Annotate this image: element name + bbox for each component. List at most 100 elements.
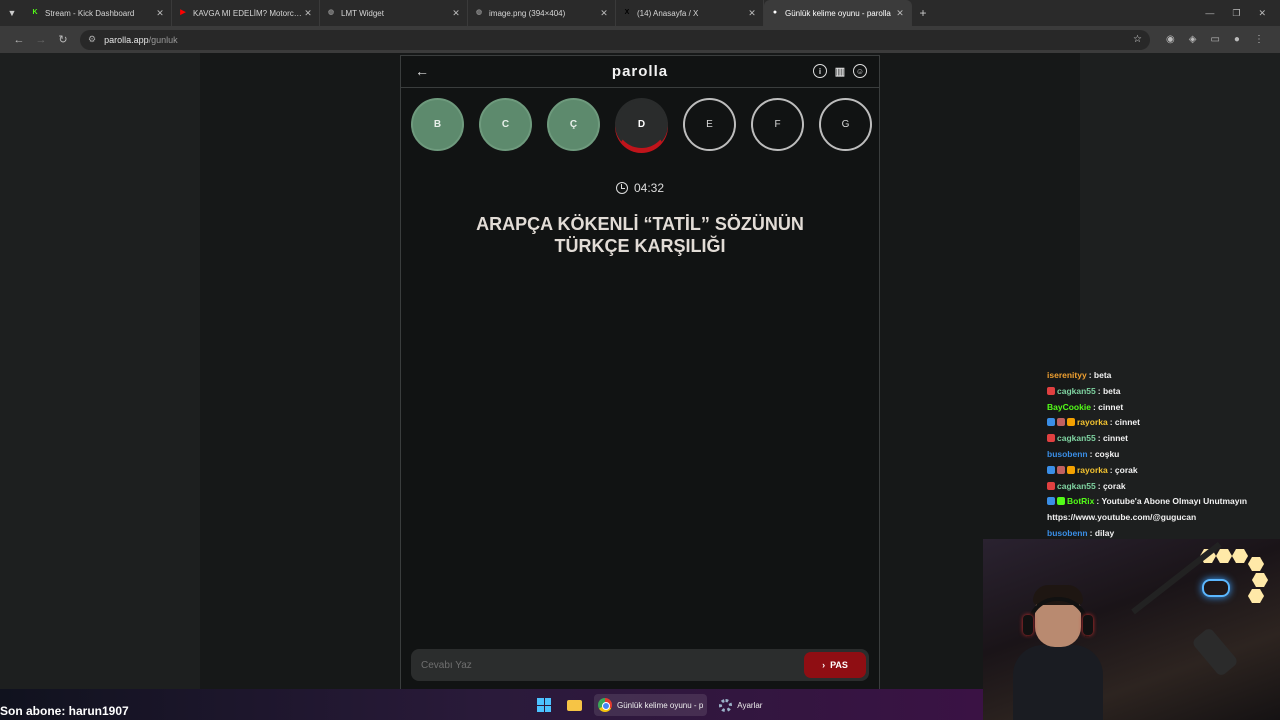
extensions-area: ◉ ◈ ▭ ● ⋮ (1166, 34, 1264, 45)
chat-username: cagkan55 (1057, 480, 1096, 491)
browser-tab[interactable]: ● Günlük kelime oyunu - parolla ✕ (764, 0, 912, 26)
chat-username: rayorka (1077, 464, 1108, 475)
url-bar[interactable]: ⚙ parolla.app/gunluk ☆ (80, 29, 1150, 50)
letter-circle-pending: F (751, 98, 804, 151)
browser-tab[interactable]: ▶ KAVGA MI EDELİM? Motorcu G ✕ (172, 0, 320, 26)
windows-logo-icon (537, 698, 551, 712)
x-icon: X (624, 9, 630, 16)
info-icon[interactable]: i (813, 64, 827, 78)
forward-icon[interactable]: → (30, 34, 52, 46)
answer-input[interactable] (411, 649, 804, 681)
chat-message: BayCookie: cinnet (1047, 400, 1277, 416)
chat-badge-icon (1057, 497, 1065, 506)
gear-icon (719, 698, 733, 712)
back-arrow-icon[interactable]: ← (415, 63, 429, 79)
chat-message: busobenn: coşku (1047, 447, 1277, 463)
app-header: ← parolla i ▥ ☺ (401, 56, 879, 88)
chat-badge-icon (1057, 465, 1065, 474)
letter-circle-pending: G (819, 98, 872, 151)
chat-badge-icon (1067, 465, 1075, 474)
folder-icon (567, 699, 582, 711)
browser-tab[interactable]: ◍ LMT Widget ✕ (320, 0, 468, 26)
chat-text: https://www.youtube.com/@gugucan (1047, 512, 1197, 523)
pass-button[interactable]: › PAS (804, 652, 866, 678)
kick-icon: K (32, 9, 38, 16)
extension-icon[interactable]: ◈ (1189, 34, 1197, 45)
start-button[interactable] (533, 694, 555, 716)
question-text: ARAPÇA KÖKENLİ “TATİL” SÖZÜNÜN TÜRKÇE KA… (476, 214, 804, 256)
close-tab-icon[interactable]: ✕ (303, 8, 313, 19)
chat-text: Youtube'a Abone Olmayı Unutmayın (1101, 496, 1248, 507)
close-tab-icon[interactable]: ✕ (599, 8, 609, 19)
timer: 04:32 (401, 181, 879, 195)
stream-chat-overlay: iserenityy: beta cagkan55: beta BayCookie:… (1047, 368, 1277, 542)
taskbar-settings[interactable]: Ayarlar (715, 694, 766, 716)
browser-tab[interactable]: X (14) Anasayfa / X ✕ (616, 0, 764, 26)
chat-text: çorak (1102, 480, 1126, 491)
chat-badge-icon (1067, 418, 1075, 427)
clock-icon (615, 182, 628, 194)
side-panel-icon[interactable]: ▭ (1210, 34, 1219, 45)
profile-icon[interactable]: ● (1234, 34, 1240, 45)
stats-icon[interactable]: ▥ (833, 64, 847, 78)
browser-tabbar: ▼ K Stream - Kick Dashboard ✕ ▶ KAVGA MI EDE… (0, 0, 1280, 26)
pass-button-label: PAS (830, 660, 848, 670)
url-path: /gunluk (148, 34, 178, 45)
chat-username: busobenn (1047, 448, 1088, 459)
chat-message: cagkan55: cinnet (1047, 431, 1277, 447)
minimize-icon[interactable]: — (1205, 8, 1214, 19)
chat-username: BotRix (1067, 496, 1095, 507)
windows-taskbar: Günlük kelime oyunu - p Ayarlar (0, 689, 983, 720)
user-icon[interactable]: ☺ (853, 64, 867, 78)
tab-search-icon[interactable]: ▼ (0, 0, 24, 26)
chrome-icon (598, 698, 612, 712)
letter-circle-correct: B (411, 98, 464, 151)
file-explorer-button[interactable] (563, 694, 586, 716)
youtube-icon: ▶ (180, 9, 186, 16)
chat-badge-icon (1047, 418, 1055, 427)
chevron-right-icon: › (822, 660, 826, 670)
reload-icon[interactable]: ↻ (52, 33, 74, 46)
browser-tab[interactable]: ◍ image.png (394×404) ✕ (468, 0, 616, 26)
browser-tab[interactable]: K Stream - Kick Dashboard ✕ (24, 0, 172, 26)
taskbar-chrome-label: Günlük kelime oyunu - p (617, 700, 704, 710)
last-subscriber-text: Son abone: harun1907 (0, 704, 129, 718)
chat-text: coşku (1094, 448, 1120, 459)
header-icons: i ▥ ☺ (813, 64, 867, 78)
address-toolbar: ← → ↻ ⚙ parolla.app/gunluk ☆ ◉ ◈ ▭ ● ⋮ (0, 26, 1280, 53)
chat-username: busobenn (1047, 527, 1088, 538)
tab-strip: K Stream - Kick Dashboard ✕ ▶ KAVGA MI EDELİ… (24, 0, 912, 26)
app-logo: parolla (611, 63, 669, 80)
menu-icon[interactable]: ⋮ (1254, 34, 1264, 45)
tab-label: (14) Anasayfa / X (637, 8, 699, 18)
close-tab-icon[interactable]: ✕ (895, 8, 905, 19)
site-info-icon[interactable]: ⚙ (88, 34, 96, 45)
close-tab-icon[interactable]: ✕ (747, 8, 757, 19)
chat-username: cagkan55 (1057, 433, 1096, 444)
tab-label: Günlük kelime oyunu - parolla (785, 8, 891, 18)
chat-text: beta (1093, 370, 1112, 380)
chat-badge-icon (1047, 481, 1055, 490)
url-host: parolla.app (104, 34, 149, 45)
chat-message: rayorka: çorak (1047, 463, 1277, 479)
back-icon[interactable]: ← (8, 34, 30, 46)
bookmark-star-icon[interactable]: ☆ (1133, 34, 1142, 45)
new-tab-icon[interactable]: + (912, 6, 934, 20)
chat-text: beta (1102, 385, 1121, 396)
taskbar-settings-label: Ayarlar (737, 700, 763, 710)
tab-label: KAVGA MI EDELİM? Motorcu G (193, 8, 303, 18)
taskbar-chrome[interactable]: Günlük kelime oyunu - p (594, 694, 708, 716)
close-tab-icon[interactable]: ✕ (155, 8, 165, 19)
close-window-icon[interactable]: ✕ (1258, 8, 1266, 19)
tab-label: image.png (394×404) (489, 8, 566, 18)
maximize-icon[interactable]: ❐ (1232, 8, 1240, 19)
letter-circle-correct: Ç (547, 98, 600, 151)
chat-message: https://www.youtube.com/@gugucan (1047, 510, 1277, 526)
close-tab-icon[interactable]: ✕ (451, 8, 461, 19)
answer-row: › PAS (411, 649, 869, 681)
parolla-app: ← parolla i ▥ ☺ BCÇDEFG 04:32 ARAPÇA KÖK… (400, 55, 880, 689)
chat-badge-icon (1057, 418, 1065, 427)
globe-icon: ◍ (475, 9, 483, 16)
extension-icon[interactable]: ◉ (1166, 34, 1175, 45)
chat-text: dilay (1094, 527, 1115, 538)
